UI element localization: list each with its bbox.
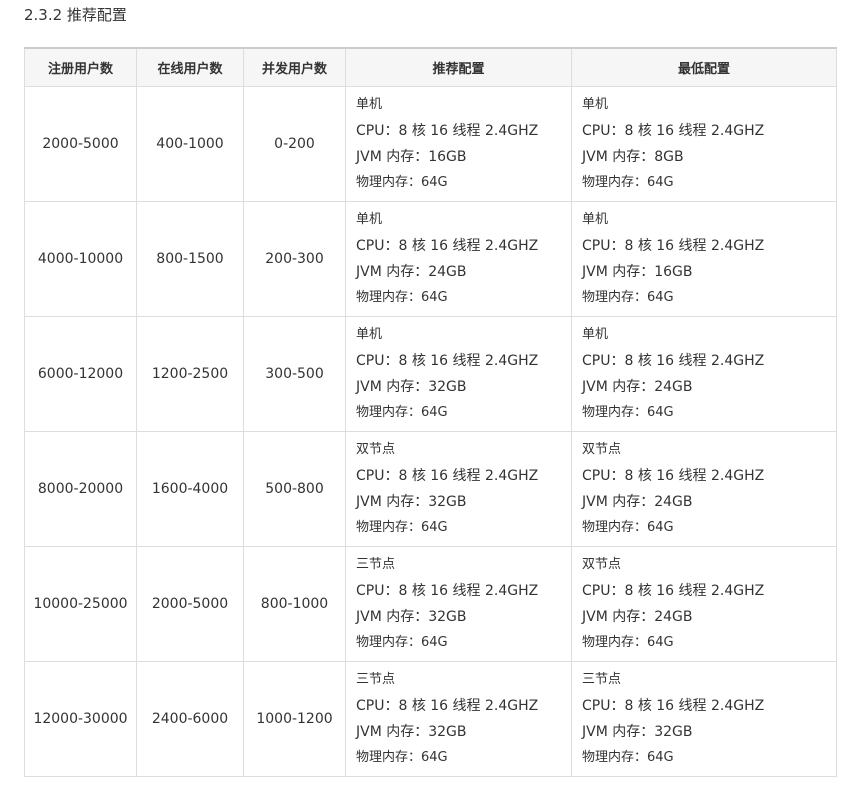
- registered-users-cell: 10000-25000: [24, 546, 137, 662]
- table-row: 10000-25000 2000-5000 800-1000 三节点 CPU：8 核 1…: [24, 546, 837, 662]
- recommended-jvm-memory-text: JVM 内存：32GB: [356, 724, 467, 740]
- registered-users-cell: 2000-5000: [24, 86, 137, 202]
- minimum-deployment-text: 单机: [582, 327, 609, 342]
- recommended-cpu-text: CPU：8 核 16 线程 2.4GHZ: [356, 698, 539, 714]
- concurrent-users-cell: 1000-1200: [243, 661, 346, 777]
- recommended-jvm-memory-text: JVM 内存：16GB: [356, 149, 467, 165]
- minimum-jvm-memory-text: JVM 内存：8GB: [582, 149, 684, 165]
- minimum-jvm-memory-text: JVM 内存：32GB: [582, 724, 693, 740]
- recommended-cpu-text: CPU：8 核 16 线程 2.4GHZ: [356, 583, 539, 599]
- table-row: 2000-5000 400-1000 0-200 单机 CPU：8 核 16 线程 2.…: [24, 86, 837, 202]
- recommended-cpu-text: CPU：8 核 16 线程 2.4GHZ: [356, 468, 539, 484]
- registered-users-cell: 4000-10000: [24, 201, 137, 317]
- recommended-cpu-text: CPU：8 核 16 线程 2.4GHZ: [356, 353, 539, 369]
- recommended-deployment-text: 单机: [356, 327, 383, 342]
- recommended-jvm-memory-text: JVM 内存：32GB: [356, 494, 467, 510]
- registered-users-cell: 8000-20000: [24, 431, 137, 547]
- table-row: 12000-30000 2400-6000 1000-1200 三节点 CPU：8 核 …: [24, 661, 837, 777]
- table-body: 2000-5000 400-1000 0-200 单机 CPU：8 核 16 线程 2.…: [24, 86, 837, 777]
- minimum-config-cell: 三节点 CPU：8 核 16 线程 2.4GHZ JVM 内存：32GB 物理内存：6…: [571, 661, 837, 777]
- recommended-physical-memory-text: 物理内存：64G: [356, 290, 448, 305]
- minimum-jvm-memory-text: JVM 内存：24GB: [582, 609, 693, 625]
- online-users-cell: 800-1500: [136, 201, 244, 317]
- recommended-physical-memory-text: 物理内存：64G: [356, 635, 448, 650]
- header-online-users: 在线用户数: [136, 47, 244, 87]
- minimum-physical-memory-text: 物理内存：64G: [582, 290, 674, 305]
- recommended-jvm-memory-text: JVM 内存：24GB: [356, 264, 467, 280]
- minimum-jvm-memory-text: JVM 内存：24GB: [582, 379, 693, 395]
- recommended-config-cell: 三节点 CPU：8 核 16 线程 2.4GHZ JVM 内存：32GB 物理内存：6…: [345, 546, 572, 662]
- minimum-deployment-text: 三节点: [582, 672, 622, 687]
- table-header: 注册用户数 在线用户数 并发用户数 推荐配置 最低配置: [24, 47, 837, 87]
- registered-users-cell: 6000-12000: [24, 316, 137, 432]
- table-row: 6000-12000 1200-2500 300-500 单机 CPU：8 核 16 线…: [24, 316, 837, 432]
- recommended-jvm-memory-text: JVM 内存：32GB: [356, 379, 467, 395]
- minimum-physical-memory-text: 物理内存：64G: [582, 405, 674, 420]
- minimum-cpu-text: CPU：8 核 16 线程 2.4GHZ: [582, 698, 765, 714]
- recommended-deployment-text: 双节点: [356, 442, 396, 457]
- section-title: 2.3.2 推荐配置: [24, 6, 127, 24]
- concurrent-users-cell: 200-300: [243, 201, 346, 317]
- recommended-deployment-text: 单机: [356, 97, 383, 112]
- minimum-deployment-text: 单机: [582, 97, 609, 112]
- recommended-deployment-text: 三节点: [356, 557, 396, 572]
- minimum-cpu-text: CPU：8 核 16 线程 2.4GHZ: [582, 353, 765, 369]
- minimum-physical-memory-text: 物理内存：64G: [582, 175, 674, 190]
- minimum-config-cell: 单机 CPU：8 核 16 线程 2.4GHZ JVM 内存：16GB 物理内存：64…: [571, 201, 837, 317]
- minimum-config-cell: 双节点 CPU：8 核 16 线程 2.4GHZ JVM 内存：24GB 物理内存：6…: [571, 431, 837, 547]
- minimum-deployment-text: 双节点: [582, 442, 622, 457]
- minimum-config-cell: 单机 CPU：8 核 16 线程 2.4GHZ JVM 内存：24GB 物理内存：64…: [571, 316, 837, 432]
- recommended-config-cell: 双节点 CPU：8 核 16 线程 2.4GHZ JVM 内存：32GB 物理内存：6…: [345, 431, 572, 547]
- minimum-cpu-text: CPU：8 核 16 线程 2.4GHZ: [582, 238, 765, 254]
- minimum-deployment-text: 单机: [582, 212, 609, 227]
- minimum-deployment-text: 双节点: [582, 557, 622, 572]
- header-recommended-config: 推荐配置: [345, 47, 572, 87]
- recommended-physical-memory-text: 物理内存：64G: [356, 750, 448, 765]
- header-registered-users: 注册用户数: [24, 47, 137, 87]
- recommended-config-cell: 单机 CPU：8 核 16 线程 2.4GHZ JVM 内存：32GB 物理内存：64…: [345, 316, 572, 432]
- minimum-physical-memory-text: 物理内存：64G: [582, 750, 674, 765]
- recommended-deployment-text: 三节点: [356, 672, 396, 687]
- recommended-cpu-text: CPU：8 核 16 线程 2.4GHZ: [356, 238, 539, 254]
- concurrent-users-cell: 500-800: [243, 431, 346, 547]
- concurrent-users-cell: 0-200: [243, 86, 346, 202]
- header-concurrent-users: 并发用户数: [243, 47, 346, 87]
- online-users-cell: 2400-6000: [136, 661, 244, 777]
- header-minimum-config: 最低配置: [571, 47, 837, 87]
- recommended-physical-memory-text: 物理内存：64G: [356, 520, 448, 535]
- minimum-physical-memory-text: 物理内存：64G: [582, 520, 674, 535]
- registered-users-cell: 12000-30000: [24, 661, 137, 777]
- minimum-cpu-text: CPU：8 核 16 线程 2.4GHZ: [582, 123, 765, 139]
- recommended-physical-memory-text: 物理内存：64G: [356, 405, 448, 420]
- online-users-cell: 2000-5000: [136, 546, 244, 662]
- online-users-cell: 1600-4000: [136, 431, 244, 547]
- online-users-cell: 400-1000: [136, 86, 244, 202]
- minimum-jvm-memory-text: JVM 内存：16GB: [582, 264, 693, 280]
- recommended-jvm-memory-text: JVM 内存：32GB: [356, 609, 467, 625]
- recommended-deployment-text: 单机: [356, 212, 383, 227]
- minimum-config-cell: 双节点 CPU：8 核 16 线程 2.4GHZ JVM 内存：24GB 物理内存：6…: [571, 546, 837, 662]
- recommended-config-cell: 单机 CPU：8 核 16 线程 2.4GHZ JVM 内存：24GB 物理内存：64…: [345, 201, 572, 317]
- table-header-row: 注册用户数 在线用户数 并发用户数 推荐配置 最低配置: [24, 47, 837, 87]
- minimum-cpu-text: CPU：8 核 16 线程 2.4GHZ: [582, 468, 765, 484]
- recommended-cpu-text: CPU：8 核 16 线程 2.4GHZ: [356, 123, 539, 139]
- recommended-config-cell: 单机 CPU：8 核 16 线程 2.4GHZ JVM 内存：16GB 物理内存：64…: [345, 86, 572, 202]
- minimum-physical-memory-text: 物理内存：64G: [582, 635, 674, 650]
- recommended-config-cell: 三节点 CPU：8 核 16 线程 2.4GHZ JVM 内存：32GB 物理内存：6…: [345, 661, 572, 777]
- concurrent-users-cell: 800-1000: [243, 546, 346, 662]
- minimum-cpu-text: CPU：8 核 16 线程 2.4GHZ: [582, 583, 765, 599]
- minimum-jvm-memory-text: JVM 内存：24GB: [582, 494, 693, 510]
- recommended-config-table: 注册用户数 在线用户数 并发用户数 推荐配置 最低配置 2000-5000 400…: [24, 47, 837, 777]
- minimum-config-cell: 单机 CPU：8 核 16 线程 2.4GHZ JVM 内存：8GB 物理内存：64G: [571, 86, 837, 202]
- table-row: 8000-20000 1600-4000 500-800 双节点 CPU：8 核 16 …: [24, 431, 837, 547]
- online-users-cell: 1200-2500: [136, 316, 244, 432]
- concurrent-users-cell: 300-500: [243, 316, 346, 432]
- table-row: 4000-10000 800-1500 200-300 单机 CPU：8 核 16 线程…: [24, 201, 837, 317]
- recommended-physical-memory-text: 物理内存：64G: [356, 175, 448, 190]
